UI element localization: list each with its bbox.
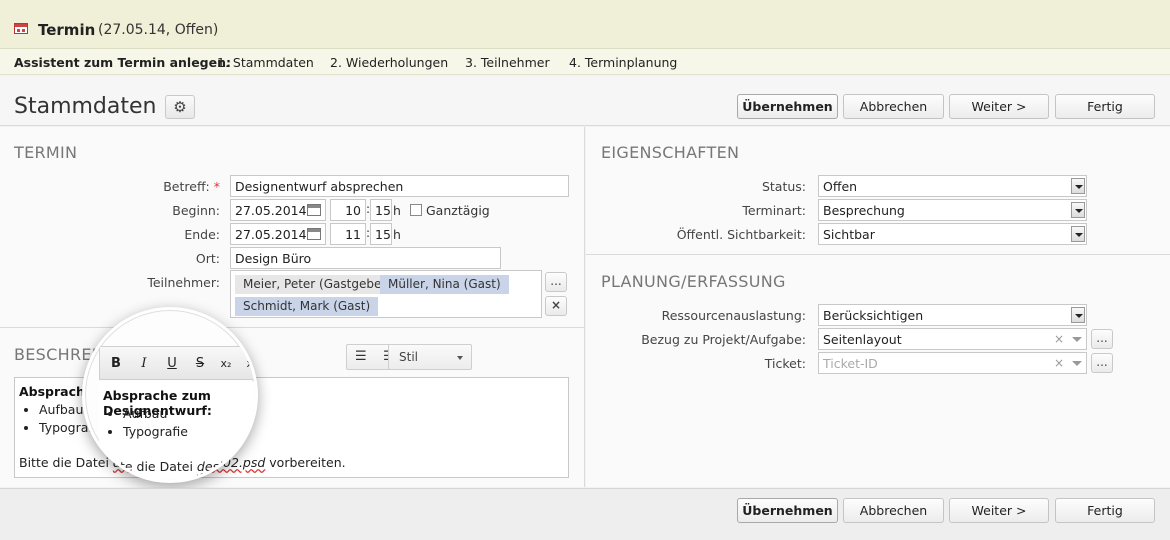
apply-button-footer[interactable]: Übernehmen — [737, 498, 838, 523]
page-header: Stammdaten ⚙ Übernehmen Abbrechen Weiter… — [0, 76, 1170, 126]
list-item: Typografie — [123, 423, 188, 441]
participant-chip[interactable]: Meier, Peter (Gastgeber) — [235, 275, 399, 294]
allday-checkbox[interactable] — [410, 204, 422, 216]
begin-date-input[interactable]: 27.05.2014 — [230, 199, 326, 221]
gear-icon: ⚙ — [173, 98, 187, 116]
list-item: Aufbau — [123, 405, 188, 423]
end-label: Ende: — [184, 227, 220, 242]
dropdown-arrow-icon[interactable] — [1071, 202, 1085, 218]
ticket-label: Ticket: — [764, 356, 806, 371]
status-label: Status: — [761, 179, 806, 194]
strikethrough-button[interactable]: S — [190, 355, 210, 373]
project-label: Bezug zu Projekt/Aufgabe: — [641, 332, 806, 347]
type-label: Terminart: — [742, 203, 806, 218]
resource-select[interactable]: Berücksichtigen — [818, 304, 1087, 326]
subject-input[interactable]: Designentwurf absprechen — [230, 175, 569, 197]
participant-chip[interactable]: Müller, Nina (Gast) — [380, 275, 509, 294]
participant-chip[interactable]: Schmidt, Mark (Gast) — [235, 297, 379, 316]
settings-button[interactable]: ⚙ — [165, 95, 195, 119]
underline-button[interactable]: U — [162, 355, 182, 373]
dropdown-arrow-icon[interactable] — [1072, 361, 1082, 366]
participants-more-button[interactable]: ... — [545, 272, 567, 292]
subscript-button[interactable]: x₂ — [216, 355, 236, 373]
bold-button[interactable]: B — [106, 355, 126, 373]
section-planung: PLANUNG/ERFASSUNG — [601, 272, 786, 291]
location-label: Ort: — [195, 251, 220, 266]
wizard-step-teilnehmer[interactable]: 3. Teilnehmer — [465, 55, 550, 70]
dropdown-arrow-icon[interactable] — [1072, 337, 1082, 342]
next-button[interactable]: Weiter > — [949, 94, 1049, 119]
status-select[interactable]: Offen — [818, 175, 1087, 197]
footer-bar: Übernehmen Abbrechen Weiter > Fertig — [0, 488, 1170, 540]
begin-hour-unit: h — [393, 203, 401, 218]
section-eigenschaften: EIGENSCHAFTEN — [601, 143, 740, 162]
wizard-step-terminplanung[interactable]: 4. Terminplanung — [569, 55, 677, 70]
calendar-picker-icon[interactable] — [307, 228, 321, 240]
apply-button[interactable]: Übernehmen — [737, 94, 838, 119]
toolbar-magnifier: B I U S x₂ x² A T Absprache zum Designen… — [82, 307, 258, 483]
participants-field[interactable]: Meier, Peter (Gastgeber) Müller, Nina (G… — [230, 270, 542, 318]
wizard-step-stammdaten[interactable]: 1. Stammdaten — [217, 55, 314, 70]
right-panel: EIGENSCHAFTEN Status: Offen Terminart: B… — [586, 127, 1170, 487]
end-hour-unit: h — [393, 227, 401, 242]
magnified-editor: Absprache zum Designentwurf: Aufbau Typo… — [99, 382, 255, 480]
project-combobox[interactable]: Seitenlayout × — [818, 328, 1087, 350]
begin-hour-input[interactable]: 10 — [330, 199, 366, 221]
next-button-footer[interactable]: Weiter > — [949, 498, 1049, 523]
wizard-step-wiederholungen[interactable]: 2. Wiederholungen — [330, 55, 448, 70]
type-select[interactable]: Besprechung — [818, 199, 1087, 221]
wizard-label: Assistent zum Termin anlegen: — [14, 55, 231, 70]
window-subtitle: (27.05.14, Offen) — [98, 22, 219, 38]
project-more-button[interactable]: ... — [1091, 329, 1113, 349]
italic-button[interactable]: I — [134, 355, 154, 373]
dropdown-arrow-icon[interactable] — [1071, 178, 1085, 194]
finish-button-footer[interactable]: Fertig — [1055, 498, 1155, 523]
begin-label: Beginn: — [172, 203, 220, 218]
visibility-label: Öffentl. Sichtbarkeit: — [676, 227, 806, 242]
cancel-button[interactable]: Abbrechen — [843, 94, 944, 119]
calendar-picker-icon[interactable] — [307, 204, 321, 216]
magnified-list: Aufbau Typografie — [123, 405, 188, 441]
end-date-input[interactable]: 27.05.2014 — [230, 223, 326, 245]
section-divider — [0, 327, 584, 328]
dropdown-arrow-icon[interactable] — [1071, 226, 1085, 242]
end-minute-input[interactable]: 15 — [370, 223, 392, 245]
section-description: BESCHREI — [14, 345, 97, 364]
end-hour-input[interactable]: 11 — [330, 223, 366, 245]
ticket-combobox[interactable]: Ticket-ID × — [818, 352, 1087, 374]
page-title: Stammdaten — [14, 94, 157, 119]
finish-button[interactable]: Fertig — [1055, 94, 1155, 119]
allday-label: Ganztägig — [426, 203, 490, 218]
calendar-icon — [14, 23, 28, 34]
clear-icon[interactable]: × — [1054, 356, 1064, 370]
section-divider — [586, 254, 1170, 255]
subject-label: Betreff: * — [163, 179, 220, 194]
window-title: Termin — [38, 21, 96, 39]
resource-label: Ressourcenauslastung: — [661, 308, 806, 323]
participants-label: Teilnehmer: — [147, 275, 220, 290]
participants-remove-button[interactable]: × — [545, 296, 567, 316]
cancel-button-footer[interactable]: Abbrechen — [843, 498, 944, 523]
ordered-list-icon[interactable]: ☰ — [355, 349, 367, 364]
magnified-line: Bitte die Datei design_entwurf_002.psd — [103, 459, 255, 474]
location-input[interactable]: Design Büro — [230, 247, 501, 269]
section-termin: TERMIN — [14, 143, 78, 162]
style-dropdown[interactable]: Stil — [388, 344, 472, 370]
title-bar: Termin (27.05.14, Offen) — [0, 0, 1170, 49]
format-toolbar: B I U S x₂ x² — [99, 346, 255, 380]
visibility-select[interactable]: Sichtbar — [818, 223, 1087, 245]
ticket-more-button[interactable]: ... — [1091, 353, 1113, 373]
dropdown-arrow-icon[interactable] — [1071, 307, 1085, 323]
begin-minute-input[interactable]: 15 — [370, 199, 392, 221]
wizard-steps: Assistent zum Termin anlegen: 1. Stammda… — [0, 49, 1170, 75]
clear-icon[interactable]: × — [1054, 332, 1064, 346]
